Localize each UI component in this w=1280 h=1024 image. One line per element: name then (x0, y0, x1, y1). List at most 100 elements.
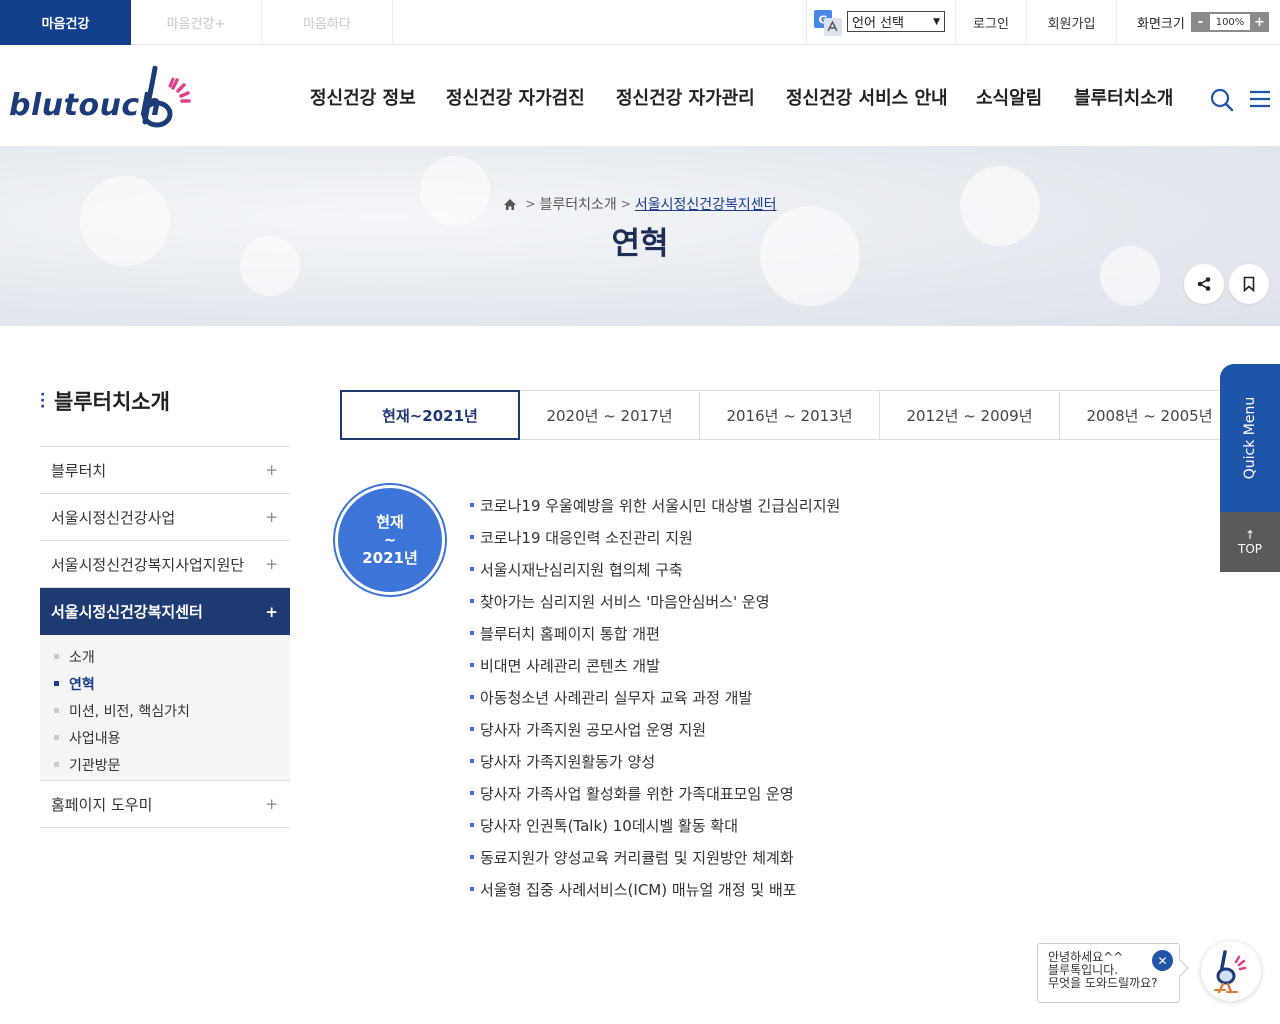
event-text: 당사자 가족사업 활성화를 위한 가족대표모임 운영 (480, 784, 794, 803)
chatbot-launcher-button[interactable] (1201, 941, 1261, 1001)
breadcrumb-current[interactable]: 서울시정신건강복지센터 (635, 194, 777, 214)
event-text: 서울형 집중 사례서비스(ICM) 매뉴얼 개정 및 배포 (480, 880, 797, 899)
bullet-icon (470, 791, 474, 795)
nav-mental-health-info[interactable]: 정신건강 정보 (310, 84, 416, 110)
bullet-icon (470, 567, 474, 571)
language-select[interactable]: 언어 선택 ▼ (847, 11, 945, 32)
plus-icon: + (265, 461, 278, 479)
share-icon (1197, 277, 1211, 291)
sidebar-item-homepage-helper[interactable]: 홈페이지 도우미 + (40, 781, 290, 828)
nav-self-check[interactable]: 정신건강 자가검진 (446, 84, 585, 110)
list-item: 당사자 가족지원 공모사업 운영 지원 (470, 713, 840, 745)
chevron-right-icon: > (525, 197, 536, 211)
site-tab-maeumhada[interactable]: 마음하다 (262, 0, 393, 45)
site-tab-maeumgeongang[interactable]: 마음건강 (0, 0, 131, 45)
submenu-item-intro[interactable]: 소개 (40, 643, 290, 670)
event-text: 아동청소년 사례관리 실무자 교육 과정 개발 (480, 688, 753, 707)
nav-news[interactable]: 소식알림 (976, 84, 1042, 110)
history-period-tabs: 현재~2021년 2020년 ~ 2017년 2016년 ~ 2013년 201… (340, 390, 1240, 440)
scroll-top-button[interactable]: ↑ TOP (1220, 512, 1280, 572)
nav-service-guide[interactable]: 정신건강 서비스 안내 (786, 84, 948, 110)
bullet-icon (470, 727, 474, 731)
bullet-icon (470, 599, 474, 603)
list-item: 찾아가는 심리지원 서비스 '마음안심버스' 운영 (470, 585, 840, 617)
sidebar-item-seoul-mental-health-project[interactable]: 서울시정신건강사업 + (40, 494, 290, 541)
list-item: 코로나19 대응인력 소진관리 지원 (470, 521, 840, 553)
top-label: TOP (1237, 542, 1262, 556)
sidebar-item-welfare-center[interactable]: 서울시정신건강복지센터 + (40, 588, 290, 635)
hamburger-menu-icon[interactable] (1249, 89, 1271, 109)
plus-icon: + (265, 508, 278, 526)
sidebar-item-blutouch[interactable]: 블루터치 + (40, 447, 290, 494)
list-item: 코로나19 우울예방을 위한 서울시민 대상별 긴급심리지원 (470, 489, 840, 521)
event-text: 당사자 가족지원활동가 양성 (480, 752, 656, 771)
chatbot-mascot-icon (1214, 950, 1247, 994)
top-utility-bar: 마음건강 마음건강+ 마음하다 G 언어 선택 ▼ 로그인 회원가입 화면크기 … (0, 0, 1280, 45)
arrow-up-icon: ↑ (1244, 528, 1256, 542)
bullet-icon (470, 631, 474, 635)
bullet-icon (54, 681, 59, 686)
quick-menu-button[interactable]: Quick Menu (1220, 364, 1280, 512)
chevron-right-icon: > (620, 197, 631, 211)
period-separator: ~ (383, 531, 397, 549)
tab-2008-2005[interactable]: 2008년 ~ 2005년 (1060, 390, 1240, 440)
bullet-icon (470, 823, 474, 827)
bookmark-button[interactable] (1229, 264, 1269, 304)
site-tab-maeumgeongang-plus[interactable]: 마음건강+ (131, 0, 262, 45)
bullet-icon (470, 695, 474, 699)
zoom-control: - 100% + (1191, 12, 1269, 32)
blutouch-logo[interactable]: blutouch (9, 66, 199, 130)
chat-close-button[interactable]: ✕ (1152, 950, 1173, 971)
chat-line: 무엇을 도와드릴까요? (1048, 976, 1158, 990)
list-item: 서울형 집중 사례서비스(ICM) 매뉴얼 개정 및 배포 (470, 873, 840, 905)
sidebar-item-support-group[interactable]: 서울시정신건강복지사업지원단 + (40, 541, 290, 588)
list-item: 당사자 가족지원활동가 양성 (470, 745, 840, 777)
site-header: blutouch 정신건강 정보 정신건강 자가검진 정신건강 자가관리 정신건… (0, 46, 1280, 146)
list-item: 아동청소년 사례관리 실무자 교육 과정 개발 (470, 681, 840, 713)
tab-2020-2017[interactable]: 2020년 ~ 2017년 (520, 390, 700, 440)
zoom-out-button[interactable]: - (1191, 12, 1210, 32)
logo-b-mark-icon (141, 66, 191, 128)
tab-2016-2013[interactable]: 2016년 ~ 2013년 (700, 390, 880, 440)
submenu-item-label: 기관방문 (69, 757, 121, 774)
login-link[interactable]: 로그인 (955, 0, 1026, 45)
sidebar-item-label: 서울시정신건강복지센터 (51, 603, 203, 621)
submenu-item-business[interactable]: 사업내용 (40, 724, 290, 751)
sidebar-item-label: 서울시정신건강복지사업지원단 (51, 555, 245, 574)
submenu-item-mission[interactable]: 미션, 비전, 핵심가치 (40, 697, 290, 724)
home-icon[interactable] (503, 198, 517, 211)
period-badge: 현재 ~ 2021년 (335, 485, 445, 595)
event-text: 동료지원가 양성교육 커리큘럼 및 지원방안 체계화 (480, 848, 794, 867)
sidebar-submenu: 소개 연혁 미션, 비전, 핵심가치 사업내용 기관방문 (40, 635, 290, 781)
sub-visual-banner: > 블루터치소개 > 서울시정신건강복지센터 연혁 (0, 146, 1280, 326)
share-button[interactable] (1184, 264, 1224, 304)
zoom-value: 100% (1210, 14, 1250, 30)
event-text: 당사자 인권톡(Talk) 10데시벨 활동 확대 (480, 816, 738, 835)
page-title: 연혁 (611, 226, 669, 262)
nav-self-care[interactable]: 정신건강 자가관리 (616, 84, 755, 110)
bullet-icon (54, 654, 59, 659)
bookmark-icon (1243, 276, 1255, 292)
nav-about[interactable]: 블루터치소개 (1074, 84, 1173, 110)
zoom-in-button[interactable]: + (1250, 12, 1269, 32)
submenu-item-label: 미션, 비전, 핵심가치 (69, 703, 190, 720)
bullet-icon (54, 708, 59, 713)
tab-present-2021[interactable]: 현재~2021년 (340, 390, 520, 440)
submenu-item-visit[interactable]: 기관방문 (40, 751, 290, 778)
quick-menu-label: Quick Menu (1242, 396, 1259, 480)
tab-2012-2009[interactable]: 2012년 ~ 2009년 (880, 390, 1060, 440)
sidebar-item-label: 홈페이지 도우미 (51, 795, 153, 814)
event-text: 비대면 사례관리 콘텐츠 개발 (480, 656, 660, 675)
chevron-down-icon: ▼ (933, 16, 940, 27)
bullet-icon (470, 855, 474, 859)
sidebar-title-text: 블루터치소개 (54, 390, 170, 414)
list-item: 비대면 사례관리 콘텐츠 개발 (470, 649, 840, 681)
submenu-item-history[interactable]: 연혁 (40, 670, 290, 697)
language-select-value: 언어 선택 (852, 16, 904, 31)
plus-icon: + (265, 795, 278, 813)
breadcrumb-about[interactable]: 블루터치소개 (540, 194, 617, 214)
search-icon[interactable] (1210, 88, 1234, 112)
plus-icon: + (265, 555, 278, 573)
bullet-icon (470, 503, 474, 507)
signup-link[interactable]: 회원가입 (1026, 0, 1116, 45)
